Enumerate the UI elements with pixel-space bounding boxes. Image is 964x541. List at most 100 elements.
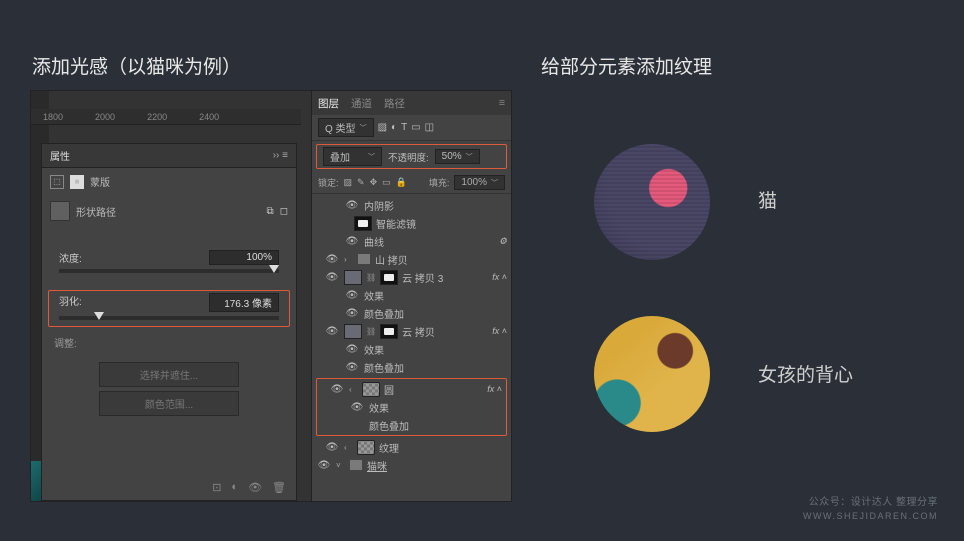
filter-adjust-icon[interactable]: ◐ xyxy=(391,122,397,133)
eye-icon[interactable]: 👁 xyxy=(329,384,345,395)
layer-cloud-copy[interactable]: 👁 ⛓ 云 拷贝 fx ˄ xyxy=(312,322,511,340)
eye-icon[interactable]: 👁 xyxy=(324,442,340,453)
layer-thumb-icon xyxy=(362,382,380,397)
effects-row[interactable]: 👁 效果 xyxy=(312,340,511,358)
fill-input[interactable]: 100%﹀ xyxy=(454,175,505,190)
eye-icon[interactable]: 👁 xyxy=(344,308,360,319)
chevron-right-icon[interactable]: ‹ xyxy=(349,385,358,394)
tab-layers[interactable]: 图层 xyxy=(318,96,339,111)
watermark-line1: 公众号：设计达人 整理分享 xyxy=(803,496,938,510)
ruler-tick: 2400 xyxy=(199,112,219,122)
texture-sample-cat xyxy=(594,144,710,260)
mask-label: 蒙版 xyxy=(90,174,110,189)
filter-smart-icon[interactable]: ◫ xyxy=(425,122,434,133)
filter-settings-icon[interactable]: ⚙ xyxy=(499,236,507,247)
group-label: 山 拷贝 xyxy=(375,252,408,267)
effect-label: 内阴影 xyxy=(364,198,394,213)
filter-type-icon[interactable]: T xyxy=(401,122,407,133)
group-cat[interactable]: 👁 ˅ 猫咪 xyxy=(312,456,511,474)
filter-shape-icon[interactable]: ▭ xyxy=(411,122,420,133)
eye-icon[interactable]: 👁 xyxy=(316,460,332,471)
lock-move-icon[interactable]: ✥ xyxy=(370,177,378,188)
vector-mask-icon[interactable]: ⬚ xyxy=(50,175,64,189)
texture-sample-girl-vest xyxy=(594,316,710,432)
collapse-icon[interactable]: ›› ≡ xyxy=(273,150,288,161)
effects-row[interactable]: 👁 效果 xyxy=(312,286,511,304)
color-overlay-row[interactable]: 颜色叠加 xyxy=(317,416,506,434)
tab-channels[interactable]: 通道 xyxy=(351,96,372,111)
layer-cloud-copy-3[interactable]: 👁 ⛓ 云 拷贝 3 fx ˄ xyxy=(312,268,511,286)
layer-tree: 👁 内阴影 智能滤镜 👁 曲线 ⚙ 👁 › 山 拷贝 👁 xyxy=(312,194,511,501)
shape-path-label: 形状路径 xyxy=(76,204,116,219)
lock-artboard-icon[interactable]: ▭ xyxy=(382,177,391,188)
smart-filters-row[interactable]: 智能滤镜 xyxy=(312,214,511,232)
chevron-down-icon[interactable]: ˅ xyxy=(336,461,345,470)
tab-properties[interactable]: 属性 xyxy=(50,148,70,163)
blend-mode-row: 叠加﹀ 不透明度: 50%﹀ xyxy=(316,144,507,169)
group-mountain-copy[interactable]: 👁 › 山 拷贝 xyxy=(312,250,511,268)
feather-label: 羽化: xyxy=(59,293,82,312)
eye-icon[interactable]: 👁 xyxy=(344,236,360,247)
color-overlay-row[interactable]: 👁 颜色叠加 xyxy=(312,358,511,376)
lock-trans-icon[interactable]: ▨ xyxy=(344,177,353,188)
select-and-mask-button[interactable]: 选择并遮住... xyxy=(99,362,239,387)
link-icon: ⛓ xyxy=(366,273,376,282)
effects-label: 效果 xyxy=(364,342,384,357)
eye-icon[interactable]: 👁 xyxy=(344,200,360,211)
color-overlay-row[interactable]: 👁 颜色叠加 xyxy=(312,304,511,322)
slider-thumb-icon[interactable] xyxy=(94,312,104,320)
invert-icon[interactable]: ◐ xyxy=(231,481,238,494)
shape-path-row: 形状路径 ⧉ ◻ xyxy=(42,195,296,227)
folder-icon xyxy=(349,459,363,471)
eye-icon[interactable]: 👁 xyxy=(324,272,340,283)
eye-icon[interactable]: 👁 xyxy=(324,326,340,337)
chevron-right-icon[interactable]: › xyxy=(344,255,353,264)
color-overlay-label: 颜色叠加 xyxy=(364,306,404,321)
eye-icon[interactable]: 👁 xyxy=(344,290,360,301)
fx-label[interactable]: fx ˄ xyxy=(492,326,507,336)
curves-row[interactable]: 👁 曲线 ⚙ xyxy=(312,232,511,250)
layer-circle[interactable]: 👁 ‹ 圆 fx ˄ xyxy=(317,380,506,398)
heading-add-light: 添加光感（以猫咪为例） xyxy=(32,52,241,79)
density-slider[interactable]: 浓度: 100% xyxy=(48,247,290,280)
mask-box-icon[interactable]: ◻ xyxy=(280,206,288,217)
trash-icon[interactable]: 🗑 xyxy=(272,481,286,494)
color-overlay-label: 颜色叠加 xyxy=(364,360,404,375)
pixel-mask-icon[interactable]: ■ xyxy=(70,175,84,189)
effects-row[interactable]: 👁 效果 xyxy=(317,398,506,416)
effect-inner-shadow[interactable]: 👁 内阴影 xyxy=(312,196,511,214)
filter-pixel-icon[interactable]: ▨ xyxy=(378,122,387,133)
layer-texture[interactable]: 👁 ‹ 纹理 xyxy=(312,438,511,456)
mask-type-row: ⬚ ■ 蒙版 xyxy=(42,168,296,195)
fx-label[interactable]: fx ˄ xyxy=(492,272,507,282)
texture-label-girl-vest: 女孩的背心 xyxy=(758,360,853,387)
fx-label[interactable]: fx ˄ xyxy=(487,384,502,394)
chevron-right-icon[interactable]: ‹ xyxy=(344,443,353,452)
color-overlay-label: 颜色叠加 xyxy=(369,418,409,433)
mask-from-selection-icon[interactable]: ⊡ xyxy=(212,481,221,494)
link-mask-icon[interactable]: ⧉ xyxy=(267,206,274,217)
opacity-input[interactable]: 50%﹀ xyxy=(435,149,480,164)
visibility-icon[interactable]: 👁 xyxy=(248,481,262,494)
density-value[interactable]: 100% xyxy=(209,250,279,265)
blend-mode-dropdown[interactable]: 叠加﹀ xyxy=(323,147,382,166)
group-label: 猫咪 xyxy=(367,458,387,473)
feather-slider[interactable]: 羽化: 176.3 像素 xyxy=(48,290,290,327)
eye-icon[interactable]: 👁 xyxy=(344,344,360,355)
slider-thumb-icon[interactable] xyxy=(269,265,279,273)
filter-dropdown[interactable]: Q 类型﹀ xyxy=(318,118,374,137)
layer-tabs: 图层 通道 路径 ≡ xyxy=(312,91,511,115)
eye-icon[interactable]: 👁 xyxy=(324,254,340,265)
color-range-button[interactable]: 颜色范围... xyxy=(99,391,239,416)
tab-paths[interactable]: 路径 xyxy=(384,96,405,111)
panel-menu-icon[interactable]: ≡ xyxy=(499,97,505,109)
lock-all-icon[interactable]: 🔒 xyxy=(396,177,407,188)
properties-panel: 属性 ›› ≡ ⬚ ■ 蒙版 形状路径 ⧉ ◻ 浓度: 100% xyxy=(41,143,297,501)
swatch-icon[interactable] xyxy=(50,201,70,221)
eye-icon[interactable]: 👁 xyxy=(344,362,360,373)
lock-paint-icon[interactable]: ✎ xyxy=(357,177,365,188)
feather-value[interactable]: 176.3 像素 xyxy=(209,293,279,312)
eye-icon[interactable]: 👁 xyxy=(349,402,365,413)
effects-label: 效果 xyxy=(364,288,384,303)
texture-label-cat: 猫 xyxy=(758,186,777,213)
